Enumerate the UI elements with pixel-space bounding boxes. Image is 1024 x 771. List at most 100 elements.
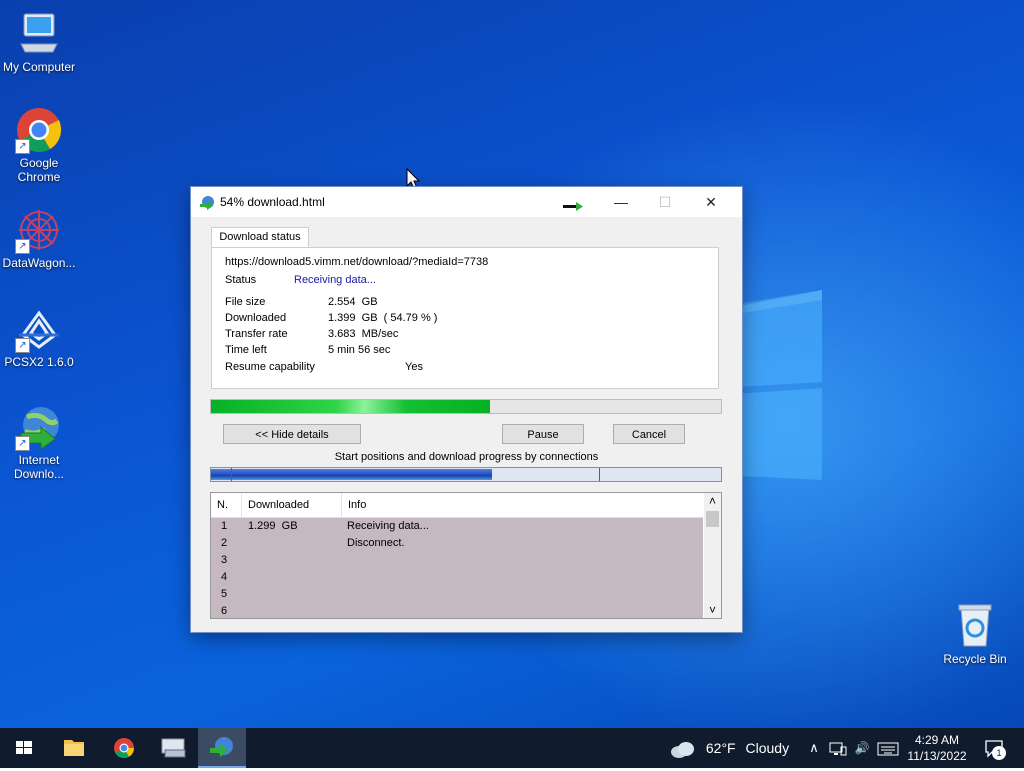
shortcut-arrow-icon: ↗	[15, 139, 30, 154]
globe-download-icon	[210, 737, 233, 757]
connection-start-marker	[599, 468, 600, 481]
row-info: Disconnect.	[347, 537, 405, 549]
row-number: 3	[221, 554, 228, 566]
cancel-button[interactable]: Cancel	[613, 424, 685, 444]
download-url: https://download5.vimm.net/download/?med…	[225, 256, 489, 268]
file-size-label: File size	[225, 296, 266, 308]
notification-center-button[interactable]: 1	[980, 728, 1010, 768]
title-bar[interactable]: 54% download.html — ☐ ✕	[191, 187, 742, 217]
shortcut-arrow-icon: ↗	[15, 436, 30, 451]
pcsx2-icon: ↗	[15, 305, 63, 353]
network-icon[interactable]	[828, 728, 848, 768]
connections-list-body: 1 1.299 GB Receiving data... 2 Disconnec…	[211, 518, 703, 618]
vertical-scrollbar[interactable]: ˄ ˅	[704, 493, 721, 618]
table-row[interactable]: 5	[211, 586, 703, 603]
transfer-rate-label: Transfer rate	[225, 328, 288, 340]
windows-logo-icon	[16, 741, 32, 754]
row-number: 5	[221, 588, 228, 600]
scroll-down-icon[interactable]: ˅	[704, 602, 721, 618]
scrollbar-thumb[interactable]	[706, 511, 719, 527]
weather-temperature: 62°F	[705, 740, 736, 756]
folder-icon	[64, 740, 84, 756]
download-progress-fill	[211, 400, 490, 413]
datawagon-icon: ↗	[15, 206, 63, 254]
download-window: 54% download.html — ☐ ✕ Download status …	[191, 187, 742, 632]
resume-capability-label: Resume capability	[225, 361, 315, 373]
resume-capability-value: Yes	[405, 361, 423, 373]
window-title: 54% download.html	[220, 195, 325, 209]
show-hidden-icons-chevron-icon[interactable]: ∧	[806, 728, 822, 768]
desktop-icon-recycle-bin[interactable]: Recycle Bin	[936, 602, 1014, 666]
taskbar-keyboard-app[interactable]	[150, 728, 198, 768]
table-row[interactable]: 3	[211, 552, 703, 569]
desktop-icon-label: DataWagon...	[2, 256, 76, 270]
column-header-downloaded[interactable]: Downloaded	[242, 493, 342, 517]
table-row[interactable]: 1 1.299 GB Receiving data...	[211, 518, 703, 535]
globe-download-icon: ↗	[15, 403, 63, 451]
status-value: Receiving data...	[294, 274, 376, 286]
taskbar: 62°F Cloudy ∧ 🔊 4:29 AM 11/13/2022 1	[0, 728, 1024, 768]
row-downloaded: 1.299 GB	[248, 520, 298, 532]
table-row[interactable]: 2 Disconnect.	[211, 535, 703, 552]
desktop-icon-my-computer[interactable]: My Computer	[0, 10, 78, 74]
close-icon: ✕	[705, 194, 717, 210]
connections-caption: Start positions and download progress by…	[334, 451, 599, 463]
hide-details-button[interactable]: << Hide details	[223, 424, 361, 444]
weather-widget[interactable]: 62°F Cloudy	[670, 728, 789, 768]
clock[interactable]: 4:29 AM 11/13/2022	[902, 732, 972, 764]
download-status-panel: https://download5.vimm.net/download/?med…	[211, 247, 719, 389]
downloaded-label: Downloaded	[225, 312, 287, 324]
weather-condition: Cloudy	[745, 740, 790, 756]
volume-icon[interactable]: 🔊	[852, 728, 872, 768]
clock-date: 11/13/2022	[907, 749, 967, 763]
column-header-n[interactable]: N.	[211, 493, 242, 517]
column-header-info[interactable]: Info	[342, 493, 703, 517]
status-label: Status	[225, 274, 257, 286]
minimize-icon: —	[614, 194, 628, 210]
table-row[interactable]: 4	[211, 569, 703, 586]
pause-button[interactable]: Pause	[502, 424, 584, 444]
keyboard-icon[interactable]	[876, 728, 900, 768]
time-left-value: 5 min 56 sec	[328, 344, 391, 356]
keyboard-app-icon	[161, 738, 186, 758]
desktop-icon-label: Google Chrome	[17, 156, 61, 184]
desktop-icon-label: PCSX2 1.6.0	[4, 355, 74, 369]
taskbar-chrome[interactable]	[100, 728, 148, 768]
desktop: My Computer ↗ Google Chrome ↗ DataWagon.…	[0, 0, 1024, 728]
connections-list[interactable]: N. Downloaded Info 1 1.299 GB Receiving …	[210, 492, 722, 619]
desktop-icon-label: Internet Downlo...	[13, 453, 65, 481]
desktop-icon-label: Recycle Bin	[943, 652, 1007, 666]
computer-icon	[15, 10, 63, 58]
row-info: Receiving data...	[347, 520, 429, 532]
connections-progress-fill	[211, 469, 492, 480]
desktop-icon-pcsx2[interactable]: ↗ PCSX2 1.6.0	[0, 305, 78, 369]
transfer-arrow-icon	[563, 202, 583, 211]
shortcut-arrow-icon: ↗	[15, 239, 30, 254]
idm-app-icon	[200, 196, 214, 210]
row-number: 2	[221, 537, 228, 549]
desktop-icon-label: My Computer	[2, 60, 76, 74]
taskbar-file-explorer[interactable]	[50, 728, 98, 768]
desktop-icon-google-chrome[interactable]: ↗ Google Chrome	[0, 106, 78, 184]
connections-progress-bar	[210, 467, 722, 482]
maximize-icon: ☐	[658, 194, 672, 210]
notification-count-badge: 1	[992, 746, 1006, 760]
file-size-value: 2.554 GB	[328, 296, 378, 308]
desktop-icon-internet-download-manager[interactable]: ↗ Internet Downlo...	[0, 403, 78, 481]
recycle-bin-icon	[951, 602, 999, 650]
maximize-button[interactable]: ☐	[642, 187, 688, 217]
connection-start-marker	[231, 468, 232, 481]
taskbar-internet-download-manager[interactable]	[198, 728, 246, 768]
scroll-up-icon[interactable]: ˄	[704, 493, 721, 509]
chrome-icon: ↗	[15, 106, 63, 154]
start-button[interactable]	[0, 728, 48, 768]
row-number: 1	[221, 520, 228, 532]
tab-download-status[interactable]: Download status	[211, 227, 309, 248]
table-row[interactable]: 6	[211, 603, 703, 618]
close-button[interactable]: ✕	[688, 187, 734, 217]
desktop-icon-datawagon[interactable]: ↗ DataWagon...	[0, 206, 78, 270]
download-progress-bar	[210, 399, 722, 414]
cloud-icon	[671, 742, 694, 759]
row-number: 4	[221, 571, 228, 583]
minimize-button[interactable]: —	[598, 187, 644, 217]
